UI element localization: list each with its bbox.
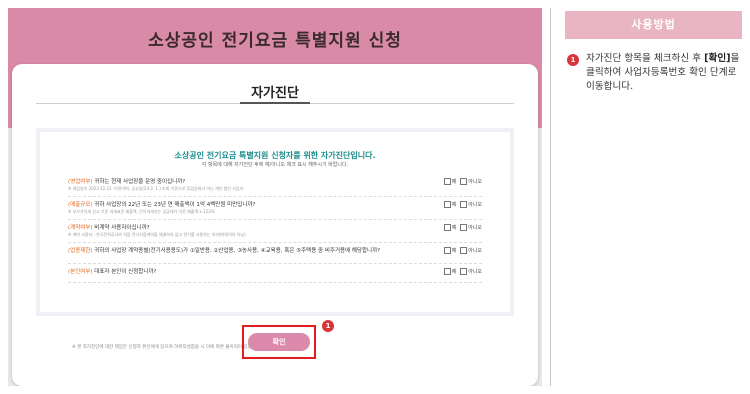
question-text: (업종제한) 귀하의 사업장 계약종별(전기사용용도)가 ①일반용, ②산업용,… [68, 246, 482, 254]
question-note: ※ 계약 사용자 : 한국전력공사와 직접 전기사용계약을 체결하지 않고 전기… [68, 232, 246, 237]
answer-options: 예 아니오 [440, 247, 482, 254]
self-diagnosis-card: 자가진단 소상공인 전기요금 특별지원 신청자를 위한 자가진단입니다. 각 항… [12, 64, 538, 386]
card-title: 자가진단 [251, 86, 299, 101]
help-step-text: 자가진단 항목을 체크하신 후 [확인]을 클릭하여 사업자등록번호 확인 단계… [586, 52, 748, 94]
answer-options: 예 아니오 [440, 224, 482, 231]
yes-checkbox[interactable] [443, 178, 451, 185]
yes-label: 예 [451, 248, 457, 254]
no-checkbox[interactable] [460, 224, 468, 231]
question-text: (매출규모) 귀하 사업장의 22년 또는 23년 연 매출액이 1억 4백만원… [68, 200, 482, 208]
question-note: ※ 개업일이 2023.12.31. 이전이며, 공고일(24.3. 1.) 조… [68, 186, 244, 191]
no-label: 아니오 [468, 248, 482, 254]
question-label: 귀하는 현재 사업장을 운영 중이십니까? [92, 179, 186, 185]
intro-subtext: 각 항목에 대해 자가진단 후에 예/아니오 체크 표시 해주시기 바랍니다. [201, 162, 349, 168]
question-label: 귀하의 사업장 계약종별(전기사용용도)가 ①일반용, ②산업용, ③농사용, … [92, 248, 381, 254]
answer-options: 예 아니오 [440, 268, 482, 275]
question-text: (계약여부) 비계약 사용자이십니까? [68, 223, 482, 231]
yes-label: 예 [451, 202, 457, 208]
yes-label: 예 [451, 269, 457, 275]
question-label: 귀하 사업장의 22년 또는 23년 연 매출액이 1억 4백만원 미만입니까? [92, 202, 256, 208]
yes-checkbox[interactable] [443, 201, 451, 208]
question-row-applicant: (본인여부) 대표자 본인이 신청합니까? 예 아니오 [68, 267, 482, 283]
question-row-business: (영업여부) 귀하는 현재 사업장을 운영 중이십니까? ※ 개업일이 2023… [68, 177, 482, 197]
no-checkbox[interactable] [460, 247, 468, 254]
pane-divider [550, 8, 551, 386]
no-checkbox[interactable] [460, 201, 468, 208]
application-screenshot: 소상공인 전기요금 특별지원 신청 자가진단 소상공인 전기요금 특별지원 신청… [8, 8, 542, 386]
step-number-badge: 1 [322, 320, 334, 332]
confirm-highlight-box: 확인 [242, 325, 316, 359]
no-label: 아니오 [468, 225, 482, 231]
question-tag: (매출규모) [68, 202, 93, 208]
question-tag: (영업여부) [68, 179, 93, 185]
question-tag: (계약여부) [68, 225, 93, 231]
yes-label: 예 [451, 225, 457, 231]
yes-checkbox[interactable] [443, 247, 451, 254]
no-checkbox[interactable] [460, 268, 468, 275]
yes-checkbox[interactable] [443, 268, 451, 275]
yes-label: 예 [451, 179, 457, 185]
question-label: 비계약 사용자이십니까? [92, 225, 150, 231]
question-row-contract: (계약여부) 비계약 사용자이십니까? ※ 계약 사용자 : 한국전력공사와 직… [68, 223, 482, 243]
question-row-industry: (업종제한) 귀하의 사업장 계약종별(전기사용용도)가 ①일반용, ②산업용,… [68, 246, 482, 264]
question-row-sales: (매출규모) 귀하 사업장의 22년 또는 23년 연 매출액이 1억 4백만원… [68, 200, 482, 220]
question-label: 대표자 본인이 신청합니까? [92, 269, 157, 275]
question-tag: (본인여부) [68, 269, 93, 275]
answer-options: 예 아니오 [440, 178, 482, 185]
title-underline [240, 102, 310, 104]
page-title: 소상공인 전기요금 특별지원 신청 [148, 31, 402, 51]
no-checkbox[interactable] [460, 178, 468, 185]
answer-options: 예 아니오 [440, 201, 482, 208]
diagnosis-form: 소상공인 전기요금 특별지원 신청자를 위한 자가진단입니다. 각 항목에 대해… [36, 128, 514, 350]
intro-heading: 소상공인 전기요금 특별지원 신청자를 위한 자가진단입니다. [174, 151, 376, 160]
help-step-bold: [확인] [704, 53, 731, 64]
question-note: ※ 부가가치세 신고 기준 과세표준 매출액, 간이과세자는 공급대가 기준 매… [68, 209, 215, 214]
no-label: 아니오 [468, 269, 482, 275]
step-number-badge: 1 [567, 54, 579, 66]
help-step-pre: 자가진단 항목을 체크하신 후 [586, 53, 705, 64]
no-label: 아니오 [468, 179, 482, 185]
question-text: (본인여부) 대표자 본인이 신청합니까? [68, 267, 482, 275]
help-title: 사용방법 [565, 11, 742, 39]
question-tag: (업종제한) [68, 248, 93, 254]
yes-checkbox[interactable] [443, 224, 451, 231]
question-text: (영업여부) 귀하는 현재 사업장을 운영 중이십니까? [68, 177, 482, 185]
no-label: 아니오 [468, 202, 482, 208]
confirm-button[interactable]: 확인 [248, 333, 310, 351]
